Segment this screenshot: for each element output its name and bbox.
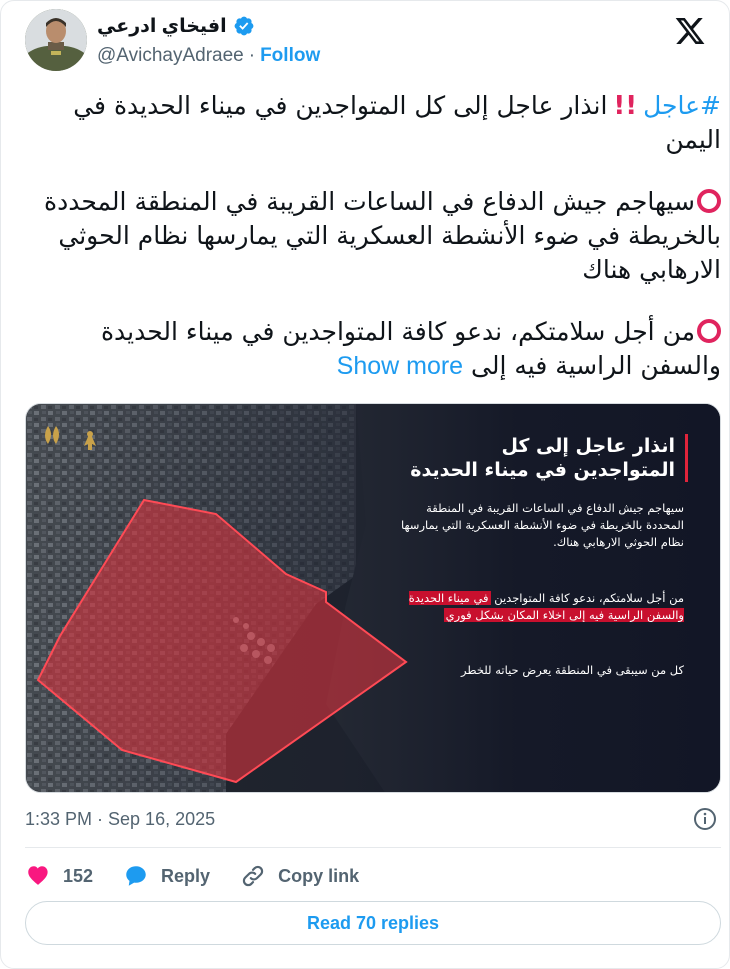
tweet-paragraph-2-text: سيهاجم جيش الدفاع في الساعات القريبة في … bbox=[43, 187, 721, 284]
link-icon bbox=[242, 865, 264, 887]
copy-link-label: Copy link bbox=[278, 865, 360, 886]
tweet-paragraph-2: سيهاجم جيش الدفاع في الساعات القريبة في … bbox=[25, 185, 721, 287]
display-name[interactable]: افيخاي ادرعي bbox=[97, 15, 227, 38]
read-replies-button[interactable]: Read 70 replies bbox=[25, 901, 721, 945]
tweet-paragraph-3: من أجل سلامتكم، ندعو كافة المتواجدين في … bbox=[25, 315, 721, 383]
media-paragraph-1: سيهاجم جيش الدفاع في الساعات القريبة في … bbox=[401, 501, 684, 549]
avatar[interactable] bbox=[25, 9, 87, 71]
media-paragraph-3: كل من سيبقى في المنطقة يعرض حياته للخطر bbox=[461, 663, 684, 677]
divider bbox=[25, 847, 721, 848]
author-block: افيخاي ادرعي @AvichayAdraee · Follow bbox=[97, 13, 320, 67]
heart-icon bbox=[28, 866, 48, 885]
info-icon[interactable] bbox=[693, 807, 717, 831]
tweet-text: #عاجل!!انذار عاجل إلى كل المتواجدين في م… bbox=[25, 89, 721, 383]
media-title: انذار عاجل إلى كل المتواجدين في ميناء ال… bbox=[408, 434, 688, 482]
media-paragraph-2: من أجل سلامتكم، ندعو كافة المتواجدين في … bbox=[394, 590, 684, 624]
like-count: 152 bbox=[63, 865, 94, 886]
tweet-card: افيخاي ادرعي @AvichayAdraee · Follow #عا… bbox=[0, 0, 730, 969]
handle-row: @AvichayAdraee · Follow bbox=[97, 45, 320, 67]
handle[interactable]: @AvichayAdraee bbox=[97, 45, 244, 67]
avatar-photo bbox=[25, 9, 87, 71]
follow-button[interactable]: Follow bbox=[260, 45, 320, 67]
verified-badge-icon bbox=[234, 16, 254, 36]
reply-bubble-icon bbox=[126, 866, 146, 886]
show-more-link[interactable]: Show more bbox=[337, 352, 463, 380]
reply-label: Reply bbox=[161, 865, 211, 886]
tweet-paragraph-1: #عاجل!!انذار عاجل إلى كل المتواجدين في م… bbox=[25, 89, 721, 157]
hashtag-link[interactable]: #عاجل bbox=[643, 91, 721, 120]
timestamp[interactable]: 1:33 PM · Sep 16, 2025 bbox=[25, 809, 215, 830]
red-circle-icon bbox=[697, 189, 721, 213]
name-row: افيخاي ادرعي bbox=[97, 13, 320, 39]
media-paragraph-2-plain: من أجل سلامتكم، ندعو كافة المتواجدين bbox=[494, 591, 684, 605]
double-exclamation-icon: !! bbox=[613, 91, 641, 121]
reply-button[interactable]: Reply bbox=[123, 863, 210, 889]
action-bar: 152 Reply Copy link bbox=[25, 861, 389, 891]
red-circle-icon bbox=[697, 319, 721, 343]
tweet-media-image[interactable]: انذار عاجل إلى كل المتواجدين في ميناء ال… bbox=[25, 403, 721, 793]
separator-dot: · bbox=[248, 45, 256, 66]
like-button[interactable]: 152 bbox=[25, 863, 93, 889]
x-logo-icon[interactable] bbox=[673, 15, 707, 47]
copy-link-button[interactable]: Copy link bbox=[240, 863, 359, 889]
